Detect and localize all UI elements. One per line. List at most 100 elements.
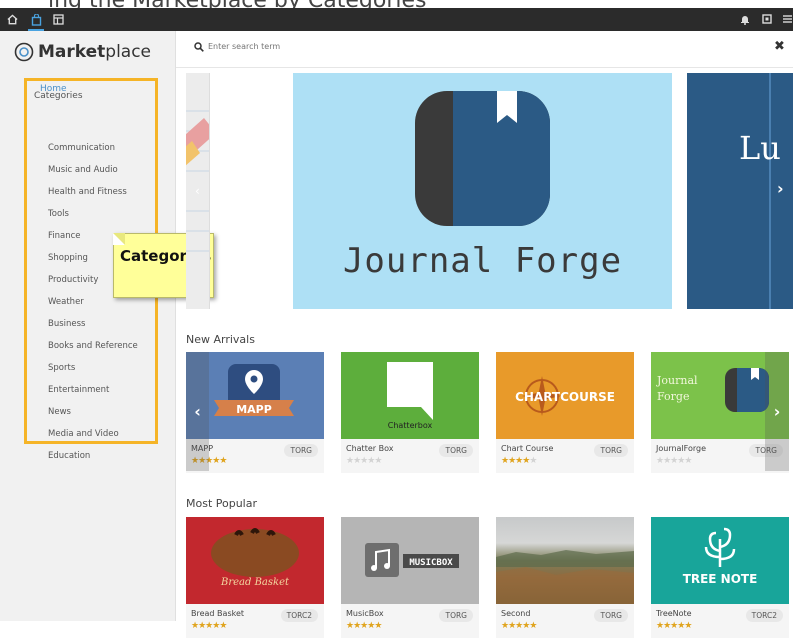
app-thumbnail: Chatterbox	[341, 352, 479, 439]
star-icon: ★	[219, 456, 227, 466]
search-icon	[194, 42, 204, 52]
publisher-badge[interactable]: TORC2	[745, 609, 783, 622]
carousel-next-arrow[interactable]: ›	[777, 179, 784, 198]
app-thumbnail: Bread Basket	[186, 517, 324, 604]
star-icon: ★	[684, 621, 692, 631]
publisher-badge[interactable]: TORG	[594, 444, 628, 457]
logo-rest-text: place	[105, 42, 152, 62]
sidebar-category-sports[interactable]: Sports	[48, 363, 75, 373]
star-rating: ★★★★★	[346, 621, 382, 631]
svg-text:‹: ‹	[195, 184, 200, 198]
mapp-logo-text: MAPP	[236, 403, 272, 416]
sidebar-category-entertainment[interactable]: Entertainment	[48, 385, 109, 395]
app-card-chatter-box[interactable]: Chatterbox Chatter Box TORG ★★★★★	[341, 352, 479, 473]
chatterbox-logo-text: Chatterbox	[388, 421, 433, 430]
app-card-treenote[interactable]: TREE NOTE TreeNote TORC2 ★★★★★	[651, 517, 789, 638]
star-rating: ★★★★★	[501, 621, 537, 631]
svg-text:Forge: Forge	[657, 390, 689, 403]
app-name: Chatter Box	[346, 444, 394, 453]
featured-carousel: ‹ Journal Forge Lu ›	[186, 73, 793, 309]
star-icon: ★	[219, 621, 227, 631]
app-name: TreeNote	[656, 609, 692, 618]
marketplace-logo[interactable]: Marketplace	[14, 42, 151, 62]
app-name: MusicBox	[346, 609, 384, 618]
chartcourse-logo-text: CHARTCOURSE	[515, 390, 615, 404]
app-meta: Chart Course TORG ★★★★★	[496, 439, 634, 473]
home-icon[interactable]	[4, 11, 20, 27]
search-input[interactable]	[206, 41, 610, 52]
categories-heading: Categories	[34, 91, 83, 101]
carousel-slide-previous[interactable]: ‹	[186, 73, 210, 309]
menu-icon[interactable]	[779, 11, 793, 27]
app-thumbnail-landscape	[496, 517, 634, 604]
top-toolbar	[0, 8, 793, 31]
apps-icon[interactable]	[50, 11, 66, 27]
app-meta: Second TORG ★★★★★	[496, 604, 634, 638]
app-meta: MusicBox TORG ★★★★★	[341, 604, 479, 638]
carousel-main-title: Journal Forge	[342, 241, 623, 281]
treenote-logo-text: TREE NOTE	[683, 572, 758, 586]
app-meta: Bread Basket TORC2 ★★★★★	[186, 604, 324, 638]
star-rating: ★★★★★	[656, 621, 692, 631]
app-thumbnail: MUSICBOX	[341, 517, 479, 604]
star-icon: ★	[374, 456, 382, 466]
publisher-badge[interactable]: TORG	[594, 609, 628, 622]
app-name: Second	[501, 609, 531, 618]
marketplace-icon[interactable]	[28, 11, 44, 31]
app-thumbnail: TREE NOTE	[651, 517, 789, 604]
sidebar-category-finance[interactable]: Finance	[48, 231, 81, 241]
new-arrivals-prev-arrow[interactable]: ‹	[186, 352, 209, 471]
app-meta: Chatter Box TORG ★★★★★	[341, 439, 479, 473]
caption-strip: ing the Marketplace by Categories	[0, 0, 793, 8]
svg-text:Journal: Journal	[656, 374, 698, 387]
publisher-badge[interactable]: TORG	[284, 444, 318, 457]
star-icon: ★	[684, 456, 692, 466]
sidebar-category-music-and-audio[interactable]: Music and Audio	[48, 165, 118, 175]
star-icon: ★	[529, 621, 537, 631]
sidebar-category-communication[interactable]: Communication	[48, 143, 115, 153]
app-card-bread-basket[interactable]: Bread Basket Bread Basket TORC2 ★★★★★	[186, 517, 324, 638]
search-bar: ✖	[176, 31, 793, 68]
new-arrivals-title: New Arrivals	[186, 333, 255, 346]
musicbox-logo-text: MUSICBOX	[409, 558, 453, 568]
star-rating: ★★★★★	[501, 456, 537, 466]
sidebar-category-books-and-reference[interactable]: Books and Reference	[48, 341, 138, 351]
star-rating: ★★★★★	[346, 456, 382, 466]
app-name: Chart Course	[501, 444, 554, 453]
publisher-badge[interactable]: TORC2	[280, 609, 318, 622]
app-name: JournalForge	[656, 444, 707, 453]
breadbasket-logo-text: Bread Basket	[220, 577, 290, 588]
sidebar-category-business[interactable]: Business	[48, 319, 85, 329]
square-icon[interactable]	[759, 11, 775, 27]
sidebar-category-media-and-video[interactable]: Media and Video	[48, 429, 119, 439]
star-rating: ★★★★★	[656, 456, 692, 466]
star-icon: ★	[529, 456, 537, 466]
clear-search-icon[interactable]: ✖	[774, 39, 785, 54]
star-rating: ★★★★★	[191, 621, 227, 631]
logo-icon	[14, 42, 34, 62]
sidebar-category-health-and-fitness[interactable]: Health and Fitness	[48, 187, 127, 197]
sidebar-category-tools[interactable]: Tools	[48, 209, 69, 219]
star-icon: ★	[374, 621, 382, 631]
sidebar-category-productivity[interactable]: Productivity	[48, 275, 98, 285]
caption-text: ing the Marketplace by Categories	[48, 0, 426, 8]
bell-icon[interactable]	[737, 11, 753, 27]
carousel-next-title: Lu	[739, 129, 781, 167]
most-popular-title: Most Popular	[186, 497, 258, 510]
sidebar-category-education[interactable]: Education	[48, 451, 90, 461]
app-card-musicbox[interactable]: MUSICBOX MusicBox TORG ★★★★★	[341, 517, 479, 638]
publisher-badge[interactable]: TORG	[439, 609, 473, 622]
sidebar-category-shopping[interactable]: Shopping	[48, 253, 88, 263]
app-meta: TreeNote TORC2 ★★★★★	[651, 604, 789, 638]
logo-bold-text: Market	[38, 42, 106, 62]
app-name: Bread Basket	[191, 609, 245, 618]
carousel-slide-next[interactable]: Lu ›	[687, 73, 793, 309]
app-card-chart-course[interactable]: CHARTCOURSE Chart Course TORG ★★★★★	[496, 352, 634, 473]
sidebar-category-news[interactable]: News	[48, 407, 71, 417]
app-thumbnail: CHARTCOURSE	[496, 352, 634, 439]
publisher-badge[interactable]: TORG	[439, 444, 473, 457]
sidebar-category-weather[interactable]: Weather	[48, 297, 84, 307]
app-card-second[interactable]: Second TORG ★★★★★	[496, 517, 634, 638]
carousel-slide-journal-forge[interactable]: Journal Forge	[293, 73, 672, 309]
new-arrivals-next-arrow[interactable]: ›	[765, 352, 789, 471]
